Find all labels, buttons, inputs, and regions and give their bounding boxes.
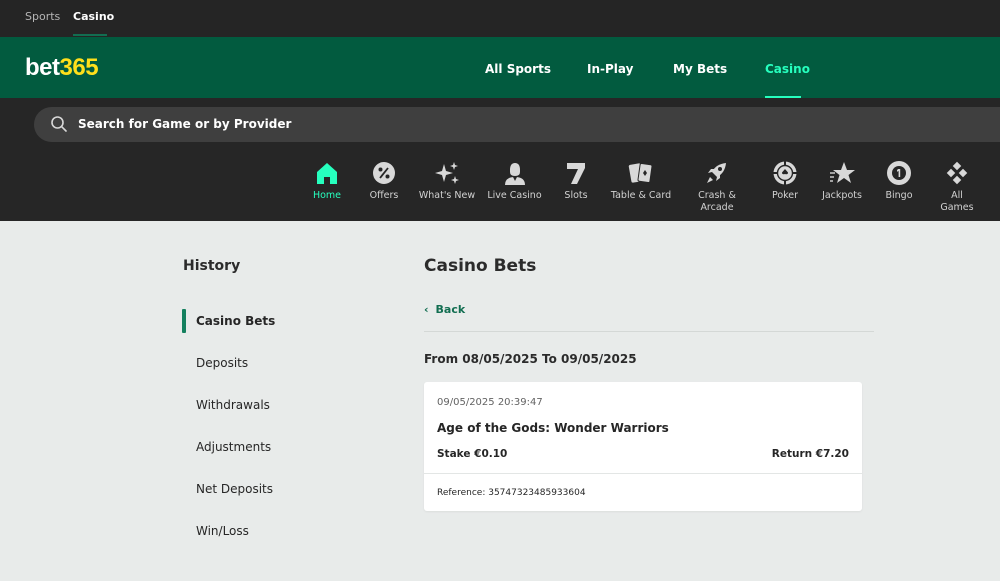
category-label: Bingo xyxy=(885,190,913,201)
logo-text-bet: bet xyxy=(25,54,60,81)
category-label: Offers xyxy=(369,190,399,201)
chevron-left-icon: ‹ xyxy=(424,303,429,316)
back-label: Back xyxy=(435,303,466,316)
nav-all-sports[interactable]: All Sports xyxy=(485,62,551,76)
bet-timestamp: 09/05/2025 20:39:47 xyxy=(437,397,543,408)
cards-icon xyxy=(628,162,653,184)
page-title: Casino Bets xyxy=(424,256,537,276)
seven-icon xyxy=(567,163,585,184)
top-link-active-underline xyxy=(73,34,107,36)
category-crash-arcade[interactable]: Crash & Arcade xyxy=(691,160,743,214)
top-link-sports[interactable]: Sports xyxy=(25,10,60,23)
rocket-icon xyxy=(707,163,726,183)
casino-nav-area: Search for Game or by Provider Home Offe… xyxy=(0,98,1000,221)
grid-icon xyxy=(946,161,968,185)
sidebar-active-indicator xyxy=(182,309,186,333)
category-label: Jackpots xyxy=(822,190,862,201)
bet-stake: Stake €0.10 xyxy=(437,448,508,460)
percent-icon xyxy=(373,162,395,184)
bet-return: Return €7.20 xyxy=(771,448,849,460)
category-bingo[interactable]: Bingo xyxy=(880,160,918,202)
search-icon xyxy=(51,116,67,132)
nav-in-play[interactable]: In-Play xyxy=(587,62,633,76)
star-icon xyxy=(830,162,855,183)
sparkle-icon xyxy=(435,162,459,184)
header: bet365 All Sports In-Play My Bets Casino xyxy=(0,37,1000,98)
sidebar-item-withdrawals[interactable]: Withdrawals xyxy=(196,398,270,412)
category-label: Live Casino xyxy=(487,190,542,201)
bingo-ball-icon xyxy=(887,161,911,185)
dealer-icon xyxy=(504,163,525,185)
category-label-line1: Crash & xyxy=(698,190,736,201)
back-button[interactable]: ‹ Back xyxy=(424,303,465,316)
nav-my-bets[interactable]: My Bets xyxy=(673,62,727,76)
category-label: What's New xyxy=(418,190,476,201)
home-icon xyxy=(317,163,337,184)
card-divider xyxy=(424,473,862,474)
category-table-card[interactable]: Table & Card xyxy=(610,160,672,202)
poker-chip-icon xyxy=(773,161,797,185)
category-label: Poker xyxy=(771,190,799,201)
category-poker[interactable]: Poker xyxy=(764,160,806,202)
logo-text-365: 365 xyxy=(59,54,99,81)
bet-reference: Reference: 35747323485933604 xyxy=(437,488,586,498)
category-all-games[interactable]: All Games xyxy=(933,160,981,214)
category-label: Home xyxy=(312,190,342,201)
sidebar-title: History xyxy=(183,258,241,274)
sidebar-item-casino-bets[interactable]: Casino Bets xyxy=(196,314,275,328)
bet-game-name: Age of the Gods: Wonder Warriors xyxy=(437,421,669,435)
sidebar-item-net-deposits[interactable]: Net Deposits xyxy=(196,482,273,496)
sidebar-item-deposits[interactable]: Deposits xyxy=(196,356,248,370)
category-whats-new[interactable]: What's New xyxy=(416,160,478,202)
search-input[interactable]: Search for Game or by Provider xyxy=(34,107,1000,142)
category-offers[interactable]: Offers xyxy=(363,160,405,202)
divider xyxy=(424,331,874,332)
top-strip: Sports Casino xyxy=(0,0,1000,37)
category-live-casino[interactable]: Live Casino xyxy=(487,160,542,202)
sidebar-item-win-loss[interactable]: Win/Loss xyxy=(196,524,249,538)
search-placeholder: Search for Game or by Provider xyxy=(78,117,292,131)
category-slots[interactable]: Slots xyxy=(556,160,596,202)
nav-casino[interactable]: Casino xyxy=(765,62,810,76)
category-label-line2: Arcade xyxy=(700,202,734,213)
sidebar-item-adjustments[interactable]: Adjustments xyxy=(196,440,271,454)
date-range: From 08/05/2025 To 09/05/2025 xyxy=(424,352,637,366)
category-label: All Games xyxy=(940,190,974,213)
top-link-casino[interactable]: Casino xyxy=(73,10,114,23)
category-jackpots[interactable]: Jackpots xyxy=(818,160,866,202)
category-label: Table & Card xyxy=(610,190,672,201)
category-home[interactable]: Home xyxy=(306,160,348,202)
bet-card: 09/05/2025 20:39:47 Age of the Gods: Won… xyxy=(424,382,862,511)
logo[interactable]: bet365 xyxy=(25,54,99,82)
category-label: Slots xyxy=(564,190,588,201)
